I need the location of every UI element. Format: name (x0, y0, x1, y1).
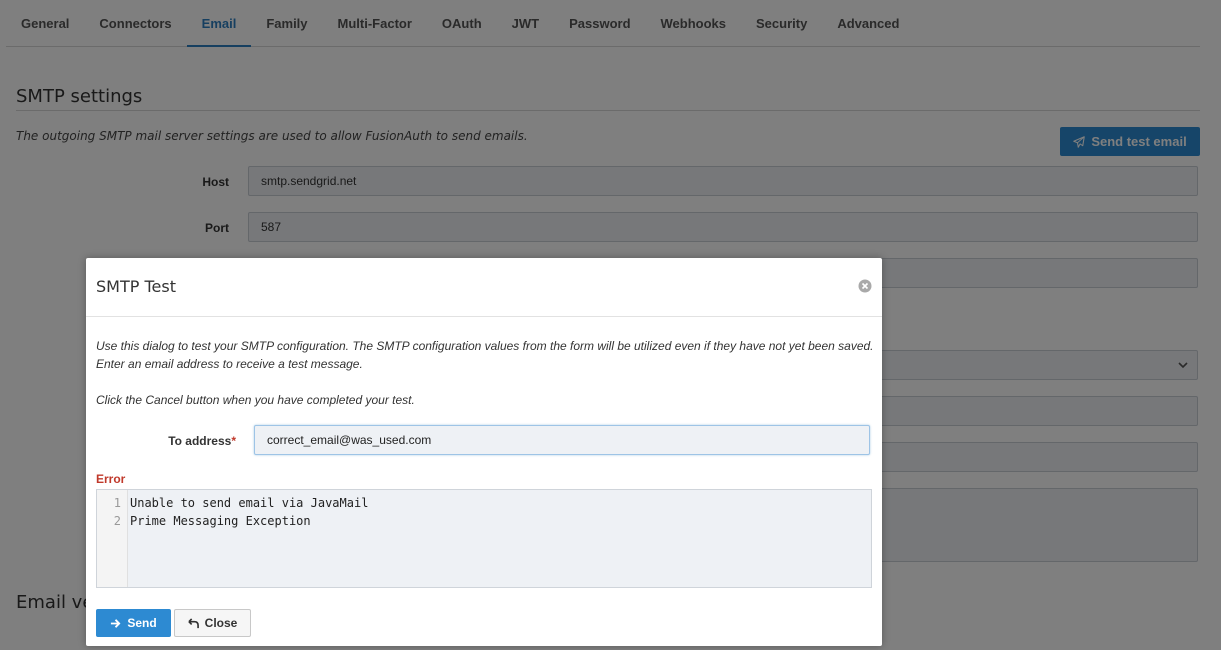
close-button[interactable]: Close (174, 609, 251, 637)
dialog-header-divider (86, 316, 882, 317)
circle-x-icon[interactable] (858, 279, 872, 293)
close-button-label: Close (204, 616, 238, 630)
dialog-instructions-line1: Use this dialog to test your SMTP config… (96, 339, 874, 353)
error-label: Error (96, 472, 126, 486)
error-line: Prime Messaging Exception (130, 514, 311, 528)
send-button-label: Send (127, 616, 157, 630)
line-number-gutter: 1 2 (97, 490, 128, 587)
to-address-input[interactable] (254, 425, 870, 455)
line-number: 1 (113, 496, 121, 510)
error-text: Unable to send email via JavaMail Prime … (128, 490, 368, 587)
dialog-cancel-hint: Click the Cancel button when you have co… (96, 393, 415, 407)
dialog-title: SMTP Test (96, 277, 176, 296)
undo-arrow-icon (187, 617, 199, 628)
error-output[interactable]: 1 2 Unable to send email via JavaMail Pr… (96, 489, 872, 588)
required-marker: * (231, 434, 236, 448)
line-number: 2 (113, 514, 121, 528)
smtp-test-dialog: SMTP Test Use this dialog to test your S… (86, 258, 882, 646)
arrow-right-icon (111, 618, 121, 628)
to-address-label-text: To address (168, 434, 232, 448)
error-line: Unable to send email via JavaMail (130, 496, 369, 510)
to-address-label: To address* (96, 434, 236, 448)
dialog-instructions-line2: Enter an email address to receive a test… (96, 357, 363, 371)
send-button[interactable]: Send (96, 609, 171, 637)
